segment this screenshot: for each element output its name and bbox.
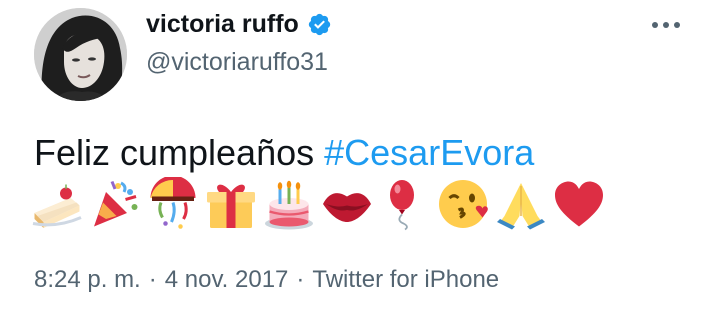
folded-hands-icon [497,183,545,230]
display-name[interactable]: victoria ruffo [146,10,332,39]
tweet-text: Feliz cumpleaños #CesarEvora [34,132,534,174]
meta-separator: · [148,266,157,293]
more-dot [652,22,658,28]
hashtag-link[interactable]: #CesarEvora [324,132,534,173]
display-name-text: victoria ruffo [146,10,299,38]
tweet-meta: 8:24 p. m. · 4 nov. 2017 · Twitter for i… [34,266,499,294]
kissing-face-icon [439,180,488,228]
lips-icon [323,193,371,222]
birthday-cake-icon [265,180,313,230]
tweet-date[interactable]: 4 nov. 2017 [165,266,289,294]
tweet-time[interactable]: 8:24 p. m. [34,266,141,294]
avatar-photo [34,8,127,101]
tweet-text-prefix: Feliz cumpleaños [34,132,325,173]
tweet-source[interactable]: Twitter for iPhone [312,266,499,294]
cake-icon [32,184,82,228]
more-options-icon[interactable] [648,17,684,33]
emoji-row [30,176,606,232]
heart-icon [555,181,603,227]
user-handle[interactable]: @victoriaruffo31 [146,48,328,77]
avatar[interactable] [34,8,127,101]
verified-badge-icon [308,13,330,36]
meta-separator: · [296,266,305,293]
more-dot [663,22,669,28]
party-popper-icon [94,180,138,227]
balloon-icon [390,180,414,231]
gift-icon [207,184,255,228]
more-dot [674,22,680,28]
confetti-ball-icon [150,177,196,229]
